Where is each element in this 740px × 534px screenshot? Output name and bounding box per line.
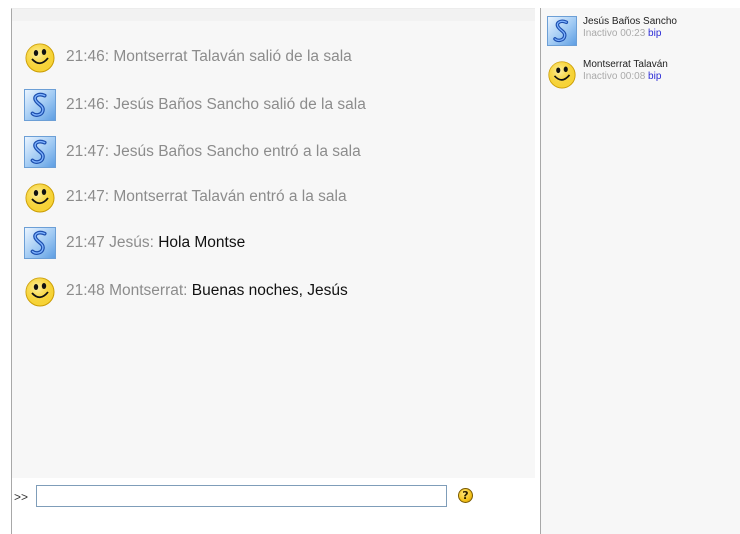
user-info: Jesús Baños Sancho Inactivo 00:23 bip bbox=[583, 16, 677, 40]
user-name: Montserrat Talaván bbox=[583, 59, 668, 70]
smiley-icon bbox=[24, 41, 56, 73]
message-text: 21:46: Jesús Baños Sancho salió de la sa… bbox=[66, 96, 366, 113]
user-info: Montserrat Talaván Inactivo 00:08 bip bbox=[583, 59, 668, 83]
blue-s-icon bbox=[24, 227, 56, 259]
smiley-icon bbox=[24, 181, 56, 213]
user-status: Inactivo 00:23 bbox=[583, 28, 646, 39]
chat-message-pane: 21:46: Montserrat Talaván salió de la sa… bbox=[11, 8, 535, 478]
user-status-line: Inactivo 00:08 bip bbox=[583, 71, 668, 83]
bip-link[interactable]: bip bbox=[648, 71, 661, 82]
message-row: 21:46: Jesús Baños Sancho salió de la sa… bbox=[24, 88, 366, 122]
bip-link[interactable]: bip bbox=[648, 28, 661, 39]
user-name: Jesús Baños Sancho bbox=[583, 16, 677, 27]
message-input[interactable] bbox=[36, 485, 447, 507]
user-status: Inactivo 00:08 bbox=[583, 71, 646, 82]
input-prompt: >> bbox=[14, 490, 29, 504]
smiley-icon bbox=[547, 59, 577, 89]
smiley-icon bbox=[24, 275, 56, 307]
chat-top-strip bbox=[12, 9, 535, 21]
user-status-line: Inactivo 00:23 bip bbox=[583, 28, 677, 40]
blue-s-icon bbox=[24, 89, 56, 121]
message-text: 21:47 Jesús: Hola Montse bbox=[66, 234, 246, 251]
blue-s-icon bbox=[24, 136, 56, 168]
message-text: 21:47: Montserrat Talaván entró a la sal… bbox=[66, 188, 347, 205]
message-text: 21:48 Montserrat: Buenas noches, Jesús bbox=[66, 282, 348, 299]
blue-s-icon bbox=[547, 16, 577, 46]
message-row: 21:47: Jesús Baños Sancho entró a la sal… bbox=[24, 135, 361, 169]
help-icon[interactable]: ? bbox=[458, 488, 473, 503]
user-list-item: Jesús Baños Sancho Inactivo 00:23 bip bbox=[547, 16, 677, 46]
message-input-bar: >> ? bbox=[11, 478, 535, 534]
message-text: 21:46: Montserrat Talaván salió de la sa… bbox=[66, 48, 352, 65]
message-row: 21:46: Montserrat Talaván salió de la sa… bbox=[24, 40, 352, 74]
message-row: 21:47 Jesús: Hola Montse bbox=[24, 226, 245, 260]
message-row: 21:48 Montserrat: Buenas noches, Jesús bbox=[24, 274, 348, 308]
user-list-pane: Jesús Baños Sancho Inactivo 00:23 bip Mo… bbox=[540, 8, 740, 534]
user-list-item: Montserrat Talaván Inactivo 00:08 bip bbox=[547, 59, 668, 89]
message-row: 21:47: Montserrat Talaván entró a la sal… bbox=[24, 180, 347, 214]
message-text: 21:47: Jesús Baños Sancho entró a la sal… bbox=[66, 143, 361, 160]
